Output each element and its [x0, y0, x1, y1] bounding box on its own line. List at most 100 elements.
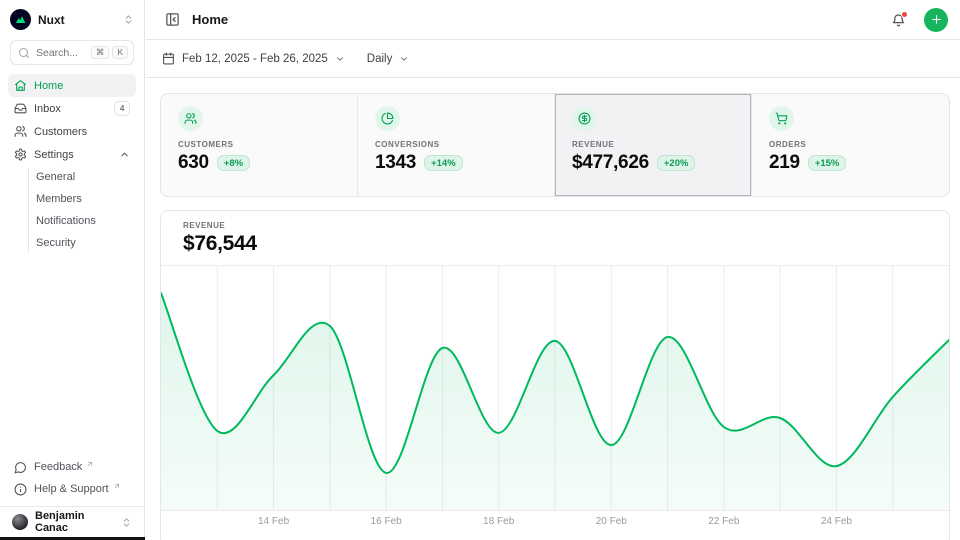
users-icon	[178, 106, 203, 131]
plus-icon	[930, 13, 943, 26]
chart-metric-label: REVENUE	[183, 221, 927, 230]
stat-card-revenue[interactable]: REVENUE $477,626 +20%	[555, 94, 752, 196]
sidebar-footer: Feedback Help & Support Ben	[0, 456, 144, 537]
sidebar-item-label: Notifications	[36, 215, 96, 227]
sidebar-item-label: Settings	[34, 149, 112, 161]
message-circle-icon	[14, 461, 27, 474]
period-value: Daily	[367, 53, 393, 65]
notification-dot	[901, 11, 908, 18]
inbox-count-badge: 4	[114, 101, 130, 115]
x-axis-label: 24 Feb	[821, 516, 852, 527]
main-panel: Home Feb 12, 2025 - Feb 26, 2025	[146, 0, 960, 540]
home-icon	[14, 79, 27, 92]
sidebar-item-customers[interactable]: Customers	[8, 120, 136, 143]
collapse-sidebar-button[interactable]	[162, 9, 183, 30]
sidebar-nav: Home Inbox 4 Customers Settings	[0, 74, 144, 254]
chart-header: REVENUE $76,544	[161, 211, 949, 266]
sidebar-item-label: Customers	[34, 126, 130, 138]
chart-x-axis: 14 Feb 16 Feb 18 Feb 20 Feb 22 Feb 24 Feb	[161, 510, 949, 534]
stat-value: $477,626	[572, 152, 649, 174]
revenue-chart-panel: REVENUE $76,544 14 Feb 16 Feb 18 Feb 20 Feb…	[160, 210, 950, 540]
kbd-cmd: ⌘	[91, 46, 110, 60]
search-icon	[18, 47, 30, 59]
stat-delta-badge: +20%	[657, 155, 696, 171]
stat-label: CUSTOMERS	[178, 140, 340, 149]
tree-line	[28, 168, 29, 252]
sidebar-item-home[interactable]: Home	[8, 74, 136, 97]
pie-chart-icon	[375, 106, 400, 131]
stat-label: REVENUE	[572, 140, 734, 149]
x-axis-label: 20 Feb	[596, 516, 627, 527]
chevrons-up-down-icon	[123, 14, 134, 25]
dollar-circle-icon	[572, 106, 597, 131]
help-support-link[interactable]: Help & Support	[8, 478, 136, 500]
calendar-icon	[162, 52, 175, 65]
dashboard-app: Nuxt Search... ⌘ K Home	[0, 0, 960, 540]
workspace-switcher[interactable]: Nuxt	[0, 0, 144, 36]
stat-label: ORDERS	[769, 140, 932, 149]
chevron-down-icon	[335, 54, 345, 64]
x-axis-label: 14 Feb	[258, 516, 289, 527]
chart-metric-value: $76,544	[183, 232, 927, 256]
date-range-picker[interactable]: Feb 12, 2025 - Feb 26, 2025	[162, 52, 345, 65]
sidebar-item-members[interactable]: Members	[36, 188, 136, 210]
feedback-link[interactable]: Feedback	[8, 456, 136, 478]
stat-value: 219	[769, 152, 800, 174]
sidebar: Nuxt Search... ⌘ K Home	[0, 0, 145, 540]
stat-value: 1343	[375, 152, 416, 174]
user-menu[interactable]: Benjamin Canac	[0, 506, 144, 537]
stat-label: CONVERSIONS	[375, 140, 537, 149]
stat-delta-badge: +8%	[217, 155, 250, 171]
avatar	[12, 514, 28, 530]
chevrons-up-down-icon	[121, 517, 132, 528]
user-name: Benjamin Canac	[35, 510, 114, 534]
stat-value: 630	[178, 152, 209, 174]
settings-subnav: General Members Notifications Security	[8, 166, 136, 254]
notifications-button[interactable]	[888, 9, 909, 30]
users-icon	[14, 125, 27, 138]
chevron-up-icon	[119, 149, 130, 160]
sidebar-item-notifications[interactable]: Notifications	[36, 210, 136, 232]
arrow-up-right-icon	[113, 482, 121, 490]
x-axis-label: 18 Feb	[483, 516, 514, 527]
nuxt-logo-icon	[10, 9, 31, 30]
revenue-area-chart[interactable]	[161, 266, 949, 510]
gear-icon	[14, 148, 27, 161]
page-title: Home	[192, 12, 879, 27]
stat-delta-badge: +14%	[424, 155, 463, 171]
help-support-label: Help & Support	[34, 483, 109, 495]
sidebar-item-inbox[interactable]: Inbox 4	[8, 97, 136, 120]
stat-card-customers[interactable]: CUSTOMERS 630 +8%	[161, 94, 358, 196]
date-range-value: Feb 12, 2025 - Feb 26, 2025	[182, 53, 328, 65]
sidebar-item-label: Security	[36, 237, 76, 249]
kbd-k: K	[112, 46, 128, 60]
filters-toolbar: Feb 12, 2025 - Feb 26, 2025 Daily	[146, 40, 960, 78]
search-input[interactable]: Search... ⌘ K	[10, 40, 134, 65]
arrow-up-right-icon	[86, 460, 94, 468]
sidebar-item-security[interactable]: Security	[36, 232, 136, 254]
stats-row: CUSTOMERS 630 +8% CONVERSIONS 1343 +14%	[160, 93, 950, 197]
stat-delta-badge: +15%	[808, 155, 847, 171]
search-kbd-hint: ⌘ K	[91, 46, 128, 60]
sidebar-item-label: General	[36, 171, 75, 183]
shopping-cart-icon	[769, 106, 794, 131]
sidebar-item-general[interactable]: General	[36, 166, 136, 188]
topbar: Home	[146, 0, 960, 40]
sidebar-item-settings[interactable]: Settings	[8, 143, 136, 166]
x-axis-label: 22 Feb	[708, 516, 739, 527]
sidebar-item-label: Members	[36, 193, 82, 205]
stat-card-conversions[interactable]: CONVERSIONS 1343 +14%	[358, 94, 555, 196]
chevron-down-icon	[399, 54, 409, 64]
stat-card-orders[interactable]: ORDERS 219 +15%	[752, 94, 949, 196]
content: CUSTOMERS 630 +8% CONVERSIONS 1343 +14%	[146, 78, 960, 540]
info-icon	[14, 483, 27, 496]
period-select[interactable]: Daily	[367, 53, 410, 65]
add-button[interactable]	[924, 8, 948, 32]
sidebar-item-label: Inbox	[34, 103, 107, 115]
search-placeholder: Search...	[36, 47, 85, 59]
feedback-label: Feedback	[34, 461, 82, 473]
inbox-icon	[14, 102, 27, 115]
workspace-name: Nuxt	[38, 13, 116, 27]
sidebar-item-label: Home	[34, 80, 130, 92]
x-axis-label: 16 Feb	[371, 516, 402, 527]
